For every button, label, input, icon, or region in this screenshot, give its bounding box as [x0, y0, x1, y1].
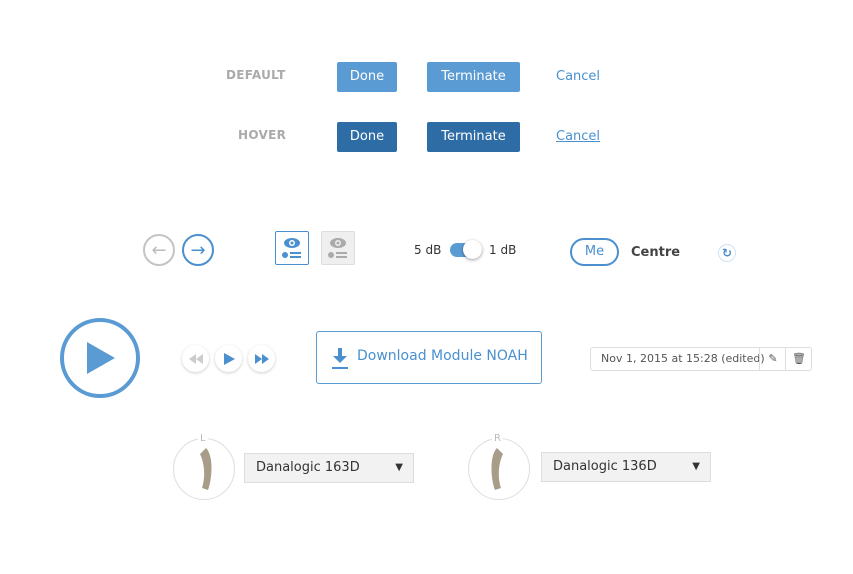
rewind-button[interactable]	[182, 345, 209, 372]
back-arrow-button[interactable]: ←	[143, 234, 175, 266]
hearing-aid-icon	[200, 448, 212, 490]
toggle-left-label: 5 dB	[414, 243, 442, 257]
play-icon	[87, 342, 115, 374]
download-module-button[interactable]: Download Module NOAH	[316, 331, 542, 384]
play-button[interactable]	[215, 345, 242, 372]
db-toggle[interactable]	[450, 240, 482, 259]
large-play-button[interactable]	[60, 318, 140, 398]
right-side-label: R	[492, 433, 503, 444]
cancel-link[interactable]: Cancel	[556, 62, 600, 92]
left-device-select[interactable]: Danalogic 163D ▼	[244, 453, 414, 483]
refresh-icon: ↻	[721, 246, 733, 260]
visibility-list-button-active[interactable]	[275, 231, 309, 265]
done-button-hover[interactable]: Done	[337, 122, 397, 152]
terminate-button[interactable]: Terminate	[427, 62, 520, 92]
arrow-right-icon: →	[190, 239, 206, 261]
terminate-button-hover[interactable]: Terminate	[427, 122, 520, 152]
fast-forward-button[interactable]	[248, 345, 275, 372]
right-device-select[interactable]: Danalogic 136D ▼	[541, 452, 711, 482]
refresh-button[interactable]: ↻	[718, 244, 736, 262]
forward-arrow-button[interactable]: →	[182, 234, 214, 266]
timestamp-text: Nov 1, 2015 at 15:28 (edited)	[601, 352, 765, 365]
cancel-link-hover[interactable]: Cancel	[556, 122, 600, 152]
left-device-value: Danalogic 163D	[256, 460, 360, 475]
state-label-default: DEFAULT	[226, 68, 286, 82]
segment-me[interactable]: Me	[570, 238, 619, 266]
left-side-label: L	[198, 433, 208, 444]
rewind-icon	[188, 353, 203, 364]
pencil-icon: ✎	[768, 352, 778, 365]
fast-forward-icon	[254, 353, 269, 364]
timestamp-field: Nov 1, 2015 at 15:28 (edited) ✎ 🗑	[590, 347, 812, 371]
download-label: Download Module NOAH	[357, 348, 528, 364]
segment-centre[interactable]: Centre	[631, 245, 680, 260]
dropdown-arrow-icon: ▼	[692, 461, 700, 472]
right-hearing-aid-image	[468, 438, 530, 500]
dropdown-arrow-icon: ▼	[395, 462, 403, 473]
toggle-right-label: 1 dB	[489, 243, 517, 257]
hearing-aid-icon	[491, 448, 503, 490]
trash-icon: 🗑	[792, 352, 806, 365]
arrow-left-icon: ←	[151, 239, 167, 261]
play-small-icon	[223, 352, 235, 365]
done-button[interactable]: Done	[337, 62, 397, 92]
download-icon	[332, 348, 348, 369]
state-label-hover: HOVER	[238, 128, 287, 142]
visibility-list-button-inactive[interactable]	[321, 231, 355, 265]
eye-list-icon	[282, 238, 301, 258]
delete-button[interactable]: 🗑	[785, 348, 812, 370]
eye-list-icon	[328, 238, 347, 258]
toggle-knob[interactable]	[463, 240, 482, 259]
left-hearing-aid-image	[173, 438, 235, 500]
edit-button[interactable]: ✎	[759, 348, 786, 370]
right-device-value: Danalogic 136D	[553, 459, 657, 474]
